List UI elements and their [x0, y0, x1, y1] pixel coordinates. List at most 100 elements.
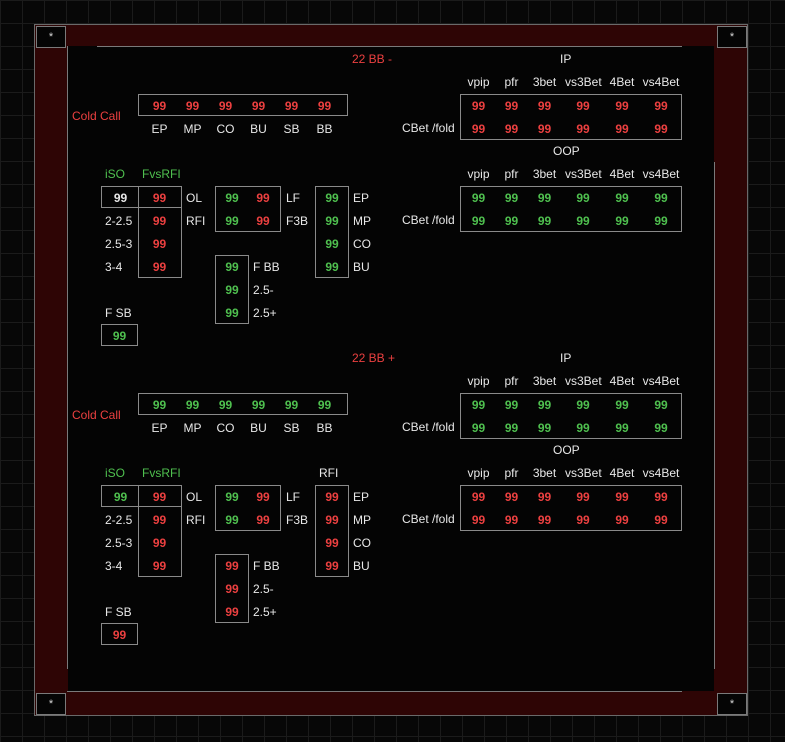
- ip-stat-value[interactable]: 99: [565, 398, 601, 412]
- cold-call-value-co[interactable]: 99: [209, 99, 242, 113]
- ip-stat-value[interactable]: 99: [495, 398, 528, 412]
- oop-stat-value[interactable]: 99: [462, 513, 495, 527]
- iso-first-value[interactable]: 99: [104, 490, 137, 504]
- cold-call-value-ep[interactable]: 99: [143, 398, 176, 412]
- oop-stat-value[interactable]: 99: [462, 191, 495, 205]
- ol-lf-value[interactable]: 99: [249, 513, 277, 527]
- corner-handle-bottom-right[interactable]: *: [717, 693, 747, 715]
- ip-stat-value[interactable]: 99: [495, 99, 528, 113]
- oop-stat-value[interactable]: 99: [640, 191, 682, 205]
- ip-stat-value[interactable]: 99: [604, 122, 640, 136]
- ip-stat-value[interactable]: 99: [604, 99, 640, 113]
- fvsrfi-value[interactable]: 99: [143, 191, 176, 205]
- fsb-value[interactable]: 99: [103, 628, 136, 642]
- ip-stat-value[interactable]: 99: [565, 99, 601, 113]
- fvsrfi-value[interactable]: 99: [143, 214, 176, 228]
- fbb-value[interactable]: 99: [217, 605, 247, 619]
- oop-stat-value[interactable]: 99: [604, 191, 640, 205]
- cold-call-value-bb[interactable]: 99: [308, 99, 341, 113]
- ol-lf-value[interactable]: 99: [218, 214, 246, 228]
- ip-stat-value[interactable]: 99: [604, 421, 640, 435]
- ol-lf-value[interactable]: 99: [249, 214, 277, 228]
- ol-lf-value[interactable]: 99: [218, 191, 246, 205]
- cold-call-value-co[interactable]: 99: [209, 398, 242, 412]
- oop-stat-value[interactable]: 99: [495, 214, 528, 228]
- cold-call-value-sb[interactable]: 99: [275, 398, 308, 412]
- cold-call-value-sb[interactable]: 99: [275, 99, 308, 113]
- ip-stat-value[interactable]: 99: [528, 421, 561, 435]
- ip-stat-value[interactable]: 99: [528, 122, 561, 136]
- oop-stat-value[interactable]: 99: [495, 490, 528, 504]
- ol-lf-value[interactable]: 99: [218, 490, 246, 504]
- vs-position-value[interactable]: 99: [317, 536, 347, 550]
- vs-position-value[interactable]: 99: [317, 559, 347, 573]
- oop-stat-value[interactable]: 99: [462, 490, 495, 504]
- oop-stat-value[interactable]: 99: [528, 513, 561, 527]
- fvsrfi-value[interactable]: 99: [143, 559, 176, 573]
- ip-stat-value[interactable]: 99: [640, 421, 682, 435]
- ol-lf-value[interactable]: 99: [218, 513, 246, 527]
- fsb-value[interactable]: 99: [103, 329, 136, 343]
- oop-stat-value[interactable]: 99: [528, 191, 561, 205]
- vs-position-value[interactable]: 99: [317, 191, 347, 205]
- oop-stat-value[interactable]: 99: [604, 490, 640, 504]
- fbb-value[interactable]: 99: [217, 306, 247, 320]
- ip-stat-value[interactable]: 99: [640, 99, 682, 113]
- corner-handle-bottom-left[interactable]: *: [36, 693, 66, 715]
- fvsrfi-value[interactable]: 99: [143, 260, 176, 274]
- oop-stat-value[interactable]: 99: [462, 214, 495, 228]
- ip-stat-value[interactable]: 99: [495, 122, 528, 136]
- oop-stat-value[interactable]: 99: [565, 490, 601, 504]
- oop-stat-value[interactable]: 99: [565, 191, 601, 205]
- vs-position-value[interactable]: 99: [317, 214, 347, 228]
- oop-stat-value[interactable]: 99: [604, 214, 640, 228]
- oop-stat-value[interactable]: 99: [528, 214, 561, 228]
- fbb-value[interactable]: 99: [217, 283, 247, 297]
- fbb-value[interactable]: 99: [217, 559, 247, 573]
- oop-stat-value[interactable]: 99: [640, 513, 682, 527]
- oop-stat-value[interactable]: 99: [495, 513, 528, 527]
- ip-stat-value[interactable]: 99: [462, 99, 495, 113]
- ip-stat-value[interactable]: 99: [640, 398, 682, 412]
- cold-call-value-mp[interactable]: 99: [176, 398, 209, 412]
- fvsrfi-value[interactable]: 99: [143, 237, 176, 251]
- oop-stat-value[interactable]: 99: [565, 513, 601, 527]
- cold-call-value-ep[interactable]: 99: [143, 99, 176, 113]
- vs-position-value[interactable]: 99: [317, 513, 347, 527]
- iso-label: iSO: [105, 466, 126, 480]
- cold-call-value-bb[interactable]: 99: [308, 398, 341, 412]
- oop-stat-value[interactable]: 99: [640, 214, 682, 228]
- oop-stat-value[interactable]: 99: [604, 513, 640, 527]
- vs-position-value[interactable]: 99: [317, 490, 347, 504]
- rfi-header-label: RFI: [319, 466, 339, 480]
- ip-stat-value[interactable]: 99: [462, 398, 495, 412]
- ip-stat-value[interactable]: 99: [565, 421, 601, 435]
- ol-lf-value[interactable]: 99: [249, 191, 277, 205]
- cold-call-value-bu[interactable]: 99: [242, 398, 275, 412]
- fvsrfi-value[interactable]: 99: [143, 490, 176, 504]
- fvsrfi-value[interactable]: 99: [143, 513, 176, 527]
- ip-stat-value[interactable]: 99: [640, 122, 682, 136]
- ip-stat-value[interactable]: 99: [495, 421, 528, 435]
- ip-stat-value[interactable]: 99: [462, 421, 495, 435]
- cold-call-value-mp[interactable]: 99: [176, 99, 209, 113]
- fbb-value[interactable]: 99: [217, 260, 247, 274]
- ip-stat-value[interactable]: 99: [604, 398, 640, 412]
- fvsrfi-value[interactable]: 99: [143, 536, 176, 550]
- ol-lf-value[interactable]: 99: [249, 490, 277, 504]
- corner-handle-top-right[interactable]: *: [717, 26, 747, 48]
- vs-position-value[interactable]: 99: [317, 260, 347, 274]
- ip-stat-value[interactable]: 99: [528, 398, 561, 412]
- oop-stat-value[interactable]: 99: [528, 490, 561, 504]
- ip-stat-value[interactable]: 99: [462, 122, 495, 136]
- ip-stat-value[interactable]: 99: [528, 99, 561, 113]
- oop-stat-value[interactable]: 99: [495, 191, 528, 205]
- ip-stat-value[interactable]: 99: [565, 122, 601, 136]
- vs-position-value[interactable]: 99: [317, 237, 347, 251]
- cold-call-value-bu[interactable]: 99: [242, 99, 275, 113]
- oop-stat-value[interactable]: 99: [565, 214, 601, 228]
- oop-stat-value[interactable]: 99: [640, 490, 682, 504]
- fbb-value[interactable]: 99: [217, 582, 247, 596]
- corner-handle-top-left[interactable]: *: [36, 26, 66, 48]
- iso-first-value[interactable]: 99: [104, 191, 137, 205]
